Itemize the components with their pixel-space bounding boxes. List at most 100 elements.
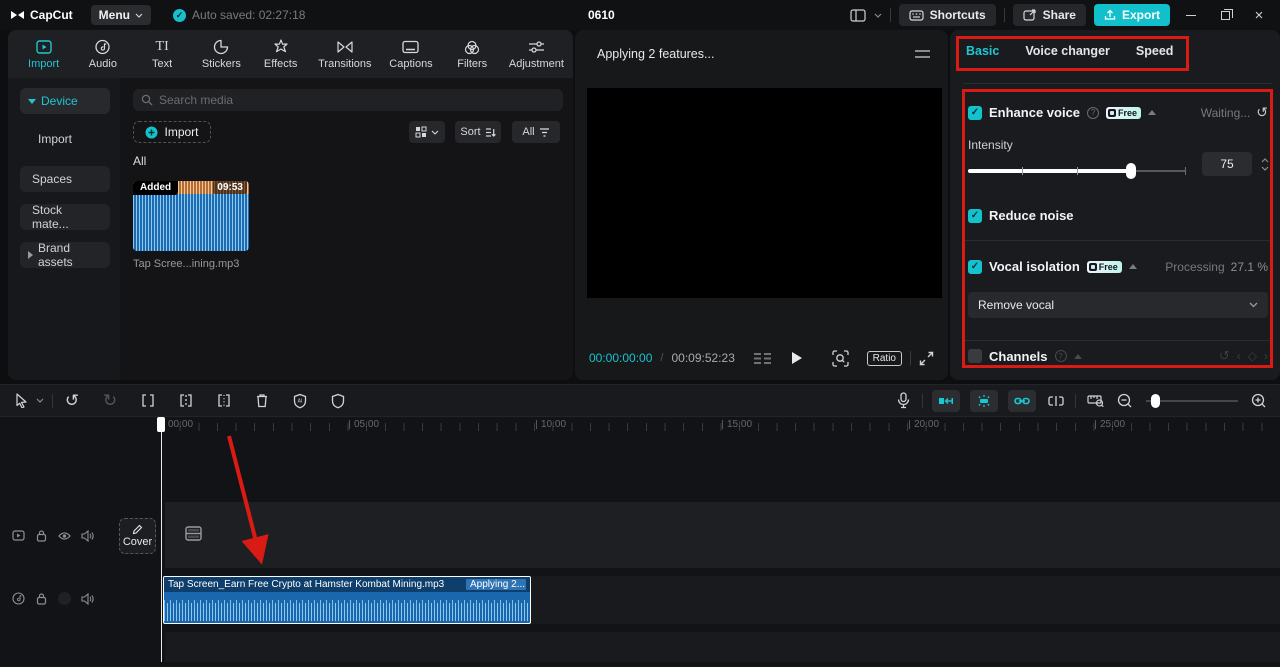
slider-thumb[interactable] <box>1125 163 1136 179</box>
free-badge-label: Free <box>1098 261 1118 272</box>
redo-button[interactable]: ↻ <box>95 389 125 413</box>
video-stage[interactable] <box>587 88 942 298</box>
zoom-thumb[interactable] <box>1151 393 1160 408</box>
playhead-handle[interactable] <box>157 417 165 432</box>
sidebar-item-brand-assets[interactable]: Brand assets <box>20 241 110 269</box>
tab-import[interactable]: Import <box>14 36 73 70</box>
filters-tab-icon <box>464 38 480 56</box>
intensity-label-row: Intensity <box>968 138 1268 152</box>
media-clip-thumbnail[interactable]: Added 09:53 <box>133 181 249 251</box>
empty-track[interactable] <box>165 632 1280 662</box>
tab-text[interactable]: TI Text <box>133 36 192 70</box>
layout-chevron-down-icon[interactable] <box>874 13 882 18</box>
split-right-button[interactable] <box>209 389 239 413</box>
lock-icon[interactable] <box>35 529 48 542</box>
hamburger-menu-icon[interactable] <box>915 49 930 59</box>
zoom-out-button[interactable] <box>1110 389 1140 413</box>
frame-view-icon[interactable] <box>753 352 771 365</box>
zoom-in-button[interactable] <box>1244 389 1274 413</box>
auto-ripple-button[interactable] <box>932 389 960 412</box>
speaker-icon[interactable] <box>81 592 94 605</box>
filter-button[interactable]: All <box>512 121 560 143</box>
keyframe-next-icon[interactable]: › <box>1264 349 1268 363</box>
unlink-preview-button[interactable] <box>1041 389 1071 413</box>
channels-checkbox[interactable]: ✓ <box>968 349 982 363</box>
cursor-chevron-down-icon[interactable] <box>32 389 48 413</box>
link-clips-button[interactable] <box>1008 389 1036 412</box>
timeline-zoom-slider[interactable] <box>1146 393 1238 408</box>
close-button[interactable]: × <box>1246 0 1272 30</box>
search-box[interactable] <box>133 89 563 111</box>
keyframe-add-icon[interactable]: ◇ <box>1248 349 1257 363</box>
collapse-icon[interactable] <box>1148 110 1157 115</box>
magnetic-snap-button[interactable] <box>970 389 998 412</box>
import-media-button[interactable]: Import <box>133 121 211 143</box>
share-button[interactable]: Share <box>1012 4 1086 26</box>
info-icon[interactable]: ? <box>1054 350 1067 362</box>
cover-button[interactable]: Cover <box>119 518 156 554</box>
sidebar-item-stock-materials[interactable]: Stock mate... <box>20 203 110 231</box>
waveform-peaks <box>164 600 530 609</box>
layout-panels-icon[interactable] <box>850 8 866 22</box>
sort-label: Sort <box>460 126 481 138</box>
ratio-button[interactable]: Ratio <box>866 350 902 366</box>
split-button[interactable] <box>133 389 163 413</box>
collapse-icon[interactable] <box>1073 353 1082 359</box>
info-icon[interactable]: ? <box>1087 106 1100 119</box>
shortcuts-button[interactable]: Shortcuts <box>898 4 996 26</box>
sidebar-item-import[interactable]: Import <box>20 126 110 152</box>
playhead-line[interactable] <box>161 417 162 662</box>
enhance-voice-checkbox[interactable]: ✓ <box>968 105 982 120</box>
lock-icon[interactable] <box>35 592 48 605</box>
tab-audio[interactable]: Audio <box>73 36 132 70</box>
restore-button[interactable] <box>1212 0 1238 30</box>
adjustment-tab-icon <box>528 38 545 56</box>
filter-all-label: All <box>522 126 535 138</box>
keyframe-reset-icon[interactable]: ↺ <box>1219 348 1230 364</box>
vocal-mode-dropdown[interactable]: Remove vocal <box>968 292 1268 318</box>
fullscreen-icon[interactable] <box>919 351 934 366</box>
sort-button[interactable]: Sort <box>455 121 501 143</box>
sidebar-item-device[interactable]: Device <box>20 88 110 114</box>
reduce-noise-checkbox[interactable]: ✓ <box>968 208 982 223</box>
vocal-isolation-checkbox[interactable]: ✓ <box>968 259 982 274</box>
play-button[interactable] <box>791 351 803 365</box>
tab-captions[interactable]: Captions <box>379 36 442 70</box>
shield-button[interactable] <box>323 389 353 413</box>
timeline-fit-button[interactable] <box>1080 389 1110 413</box>
search-input[interactable] <box>159 93 555 107</box>
timeline-audio-clip[interactable]: Tap Screen_Earn Free Crypto at Hamster K… <box>163 576 531 624</box>
tab-filters[interactable]: Filters <box>443 36 502 70</box>
video-track[interactable] <box>165 502 1280 568</box>
preview-transport: 00:00:00:00 / 00:09:52:23 Ratio <box>575 344 948 372</box>
record-voiceover-button[interactable] <box>888 389 918 413</box>
preview-focus-icon[interactable] <box>831 349 849 367</box>
tab-stickers[interactable]: Stickers <box>192 36 251 70</box>
tab-transitions[interactable]: Transitions <box>310 36 379 70</box>
tab-effects[interactable]: Effects <box>251 36 310 70</box>
intensity-slider[interactable] <box>968 163 1186 179</box>
menu-button[interactable]: Menu <box>90 5 152 25</box>
eye-icon[interactable] <box>58 529 71 542</box>
delete-button[interactable] <box>247 389 277 413</box>
export-label: Export <box>1121 8 1160 22</box>
collapse-icon[interactable] <box>1128 264 1137 269</box>
intensity-stepper[interactable] <box>1258 152 1272 176</box>
keyframe-prev-icon[interactable]: ‹ <box>1237 349 1241 363</box>
slider-tick <box>1185 167 1186 175</box>
reset-icon[interactable]: ↺ <box>1256 104 1268 121</box>
minimize-button[interactable] <box>1178 0 1204 30</box>
shield-ai-button[interactable]: AI <box>285 389 315 413</box>
tab-basic[interactable]: Basic <box>966 44 999 58</box>
export-button[interactable]: Export <box>1093 4 1170 26</box>
intensity-value-box[interactable]: 75 <box>1202 152 1252 176</box>
split-left-button[interactable] <box>171 389 201 413</box>
undo-button[interactable]: ↺ <box>57 389 87 413</box>
sidebar-item-spaces[interactable]: Spaces <box>20 166 110 192</box>
view-mode-button[interactable] <box>409 121 445 143</box>
select-cursor-button[interactable] <box>10 389 32 413</box>
speaker-icon[interactable] <box>81 529 94 542</box>
tab-voice-changer[interactable]: Voice changer <box>1025 44 1110 58</box>
tab-adjustment[interactable]: Adjustment <box>502 36 571 70</box>
tab-speed[interactable]: Speed <box>1136 44 1174 58</box>
